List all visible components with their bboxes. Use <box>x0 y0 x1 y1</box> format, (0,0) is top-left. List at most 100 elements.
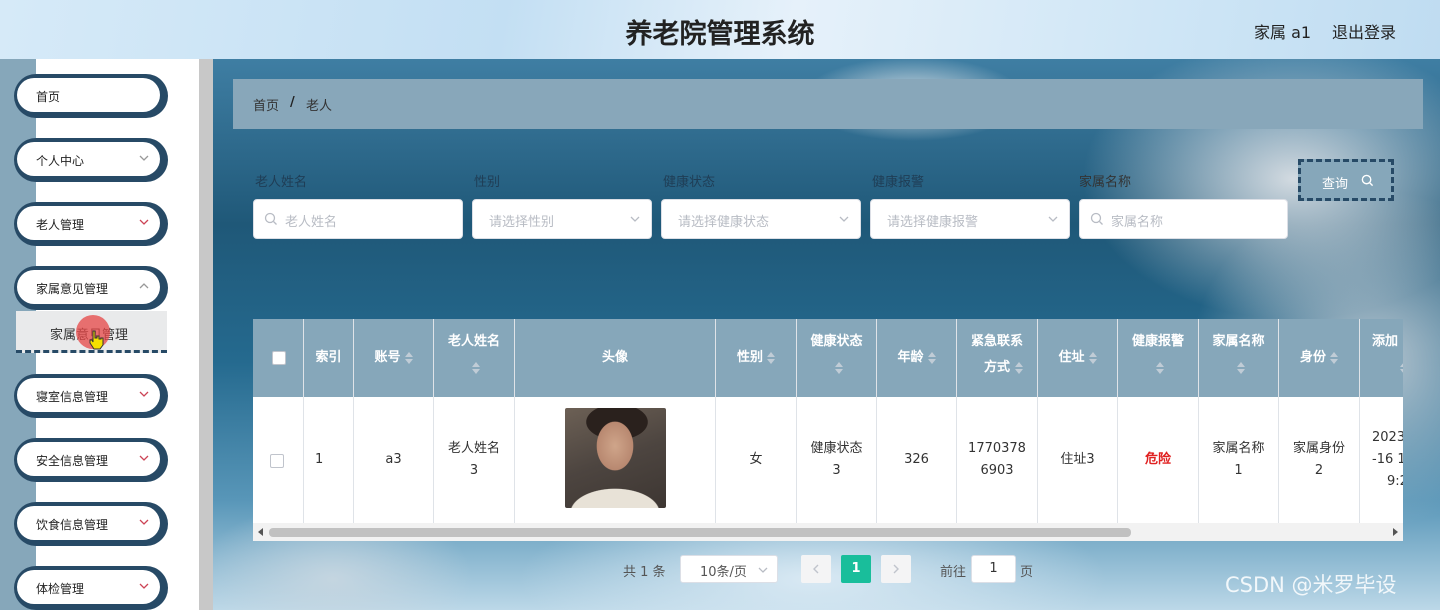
column-header[interactable]: 住址 <box>1038 319 1118 397</box>
chevron-down-icon <box>139 583 149 589</box>
goto-label: 前往 <box>940 565 967 580</box>
sidebar: 首页 个人中心 老人管理 家属意见管理 家属意见管理 寝室信息管理 安全信息管理… <box>0 59 213 610</box>
table-row[interactable]: 1 a3 老人姓名 3 女 健康状态 3 326 1770378 6903 住址… <box>253 397 1403 523</box>
placeholder: 家属名称 <box>1111 215 1164 230</box>
column-header[interactable]: 家属名称 <box>1199 319 1279 397</box>
cell-elder-name-suffix: 3 <box>469 463 479 478</box>
sidebar-item-diet[interactable]: 饮食信息管理 <box>14 502 168 546</box>
chevron-down-icon <box>139 455 149 461</box>
sidebar-item-label: 寝室信息管理 <box>36 390 109 404</box>
column-header[interactable]: 健康报警 <box>1118 319 1199 397</box>
goto-page-input[interactable]: 1 <box>971 555 1016 583</box>
sidebar-item-personal-center[interactable]: 个人中心 <box>14 138 168 182</box>
column-header[interactable]: 老人姓名 <box>434 319 515 397</box>
prev-page-button[interactable] <box>801 555 831 583</box>
sort-icon[interactable] <box>834 361 843 374</box>
sort-icon[interactable] <box>1236 361 1245 374</box>
cell-health-status-suffix: 3 <box>832 463 841 478</box>
sidebar-item-checkup[interactable]: 体检管理 <box>14 566 168 610</box>
sort-icon[interactable] <box>472 361 480 374</box>
sidebar-item-dormitory[interactable]: 寝室信息管理 <box>14 374 168 418</box>
cell-added-date-part: -16 1 <box>1372 452 1403 467</box>
sidebar-item-family-feedback[interactable]: 家属意见管理 <box>14 266 168 310</box>
chevron-down-icon <box>630 216 640 222</box>
avatar[interactable] <box>565 408 666 508</box>
sidebar-item-safety[interactable]: 安全信息管理 <box>14 438 168 482</box>
label-elder-name: 老人姓名 <box>255 175 308 190</box>
sort-icon[interactable] <box>1088 351 1097 364</box>
sort-icon[interactable] <box>1330 351 1338 364</box>
table-header: 索引 账号 老人姓名 头像 性别 健康状态 年龄 紧急联系方式 住址 健康报警 … <box>253 319 1403 397</box>
health-alarm-select[interactable]: 请选择健康报警 <box>870 199 1070 239</box>
hand-cursor-icon <box>89 330 104 350</box>
sidebar-item-label: 个人中心 <box>36 154 85 168</box>
sort-icon[interactable] <box>927 351 936 364</box>
sort-icon[interactable] <box>767 351 775 364</box>
page-suffix-label: 页 <box>1020 565 1034 580</box>
sidebar-item-label: 安全信息管理 <box>36 454 109 468</box>
sidebar-item-home[interactable]: 首页 <box>14 74 168 118</box>
select-all-checkbox[interactable] <box>272 351 286 365</box>
sort-icon[interactable] <box>1400 361 1403 374</box>
cell-gender: 女 <box>749 452 763 467</box>
column-header[interactable]: 年龄 <box>877 319 957 397</box>
scrollbar-thumb[interactable] <box>269 528 1131 537</box>
column-header[interactable]: 索引 <box>304 319 354 397</box>
scroll-left-icon[interactable] <box>258 528 263 536</box>
cell-phone: 1770378 <box>968 441 1026 456</box>
breadcrumb-home[interactable]: 首页 <box>253 95 279 114</box>
column-header[interactable]: 账号 <box>354 319 434 397</box>
top-header: 养老院管理系统 家属 a1 退出登录 <box>0 0 1440 59</box>
cell-index: 1 <box>315 452 324 467</box>
gender-select[interactable]: 请选择性别 <box>472 199 652 239</box>
watermark-text: CSDN @米罗毕设 <box>1225 573 1397 597</box>
family-name-input[interactable]: 家属名称 <box>1079 199 1288 239</box>
app-title: 养老院管理系统 <box>625 19 815 50</box>
header-select-all <box>253 319 304 397</box>
column-header[interactable]: 健康状态 <box>797 319 877 397</box>
sort-icon[interactable] <box>1015 361 1023 374</box>
page-size-select[interactable]: 10条/页 <box>680 555 778 583</box>
cell-phone-suffix: 6903 <box>980 463 1014 478</box>
scroll-right-icon[interactable] <box>1393 528 1398 536</box>
column-header[interactable]: 头像 <box>515 319 716 397</box>
placeholder: 请选择健康状态 <box>678 215 770 230</box>
label-health-status: 健康状态 <box>663 175 716 190</box>
row-checkbox[interactable] <box>270 454 284 468</box>
next-page-button[interactable] <box>881 555 911 583</box>
column-header[interactable]: 添加 <box>1360 319 1403 397</box>
cell-family-name: 家属名称 <box>1212 441 1265 456</box>
chevron-down-icon <box>139 391 149 397</box>
current-user: 家属 a1 <box>1254 23 1312 42</box>
column-header[interactable]: 性别 <box>716 319 797 397</box>
placeholder: 请选择性别 <box>489 215 555 230</box>
table-horizontal-scrollbar[interactable] <box>253 523 1403 541</box>
cell-address: 住址3 <box>1060 452 1095 467</box>
chevron-down-icon <box>839 216 849 222</box>
cell-health-alarm: 危险 <box>1144 452 1171 467</box>
sidebar-item-label: 饮食信息管理 <box>36 518 109 532</box>
sort-icon[interactable] <box>404 351 413 364</box>
search-icon <box>1361 174 1374 187</box>
query-button[interactable]: 查询 <box>1298 159 1394 201</box>
label-gender: 性别 <box>474 175 501 190</box>
sidebar-item-label: 体检管理 <box>36 582 85 596</box>
cell-identity-suffix: 2 <box>1314 463 1324 478</box>
logout-link[interactable]: 退出登录 <box>1332 19 1396 43</box>
sidebar-item-elderly-management[interactable]: 老人管理 <box>14 202 168 246</box>
column-header[interactable]: 身份 <box>1279 319 1360 397</box>
elder-name-input[interactable]: 老人姓名 <box>253 199 463 239</box>
page-number-current[interactable]: 1 <box>841 555 871 583</box>
cell-account: a3 <box>385 452 402 467</box>
chevron-down-icon <box>758 567 768 573</box>
sort-icon[interactable] <box>1156 361 1164 374</box>
chevron-right-icon <box>893 564 899 574</box>
chevron-left-icon <box>813 564 819 574</box>
data-table: 索引 账号 老人姓名 头像 性别 健康状态 年龄 紧急联系方式 住址 健康报警 … <box>253 319 1403 541</box>
health-status-select[interactable]: 请选择健康状态 <box>661 199 861 239</box>
sidebar-scrollbar[interactable] <box>199 59 213 610</box>
page-size-value: 10条/页 <box>700 565 747 580</box>
column-header[interactable]: 紧急联系方式 <box>957 319 1038 397</box>
breadcrumb: 首页 / 老人 <box>233 79 1423 129</box>
chevron-down-icon <box>139 519 149 525</box>
